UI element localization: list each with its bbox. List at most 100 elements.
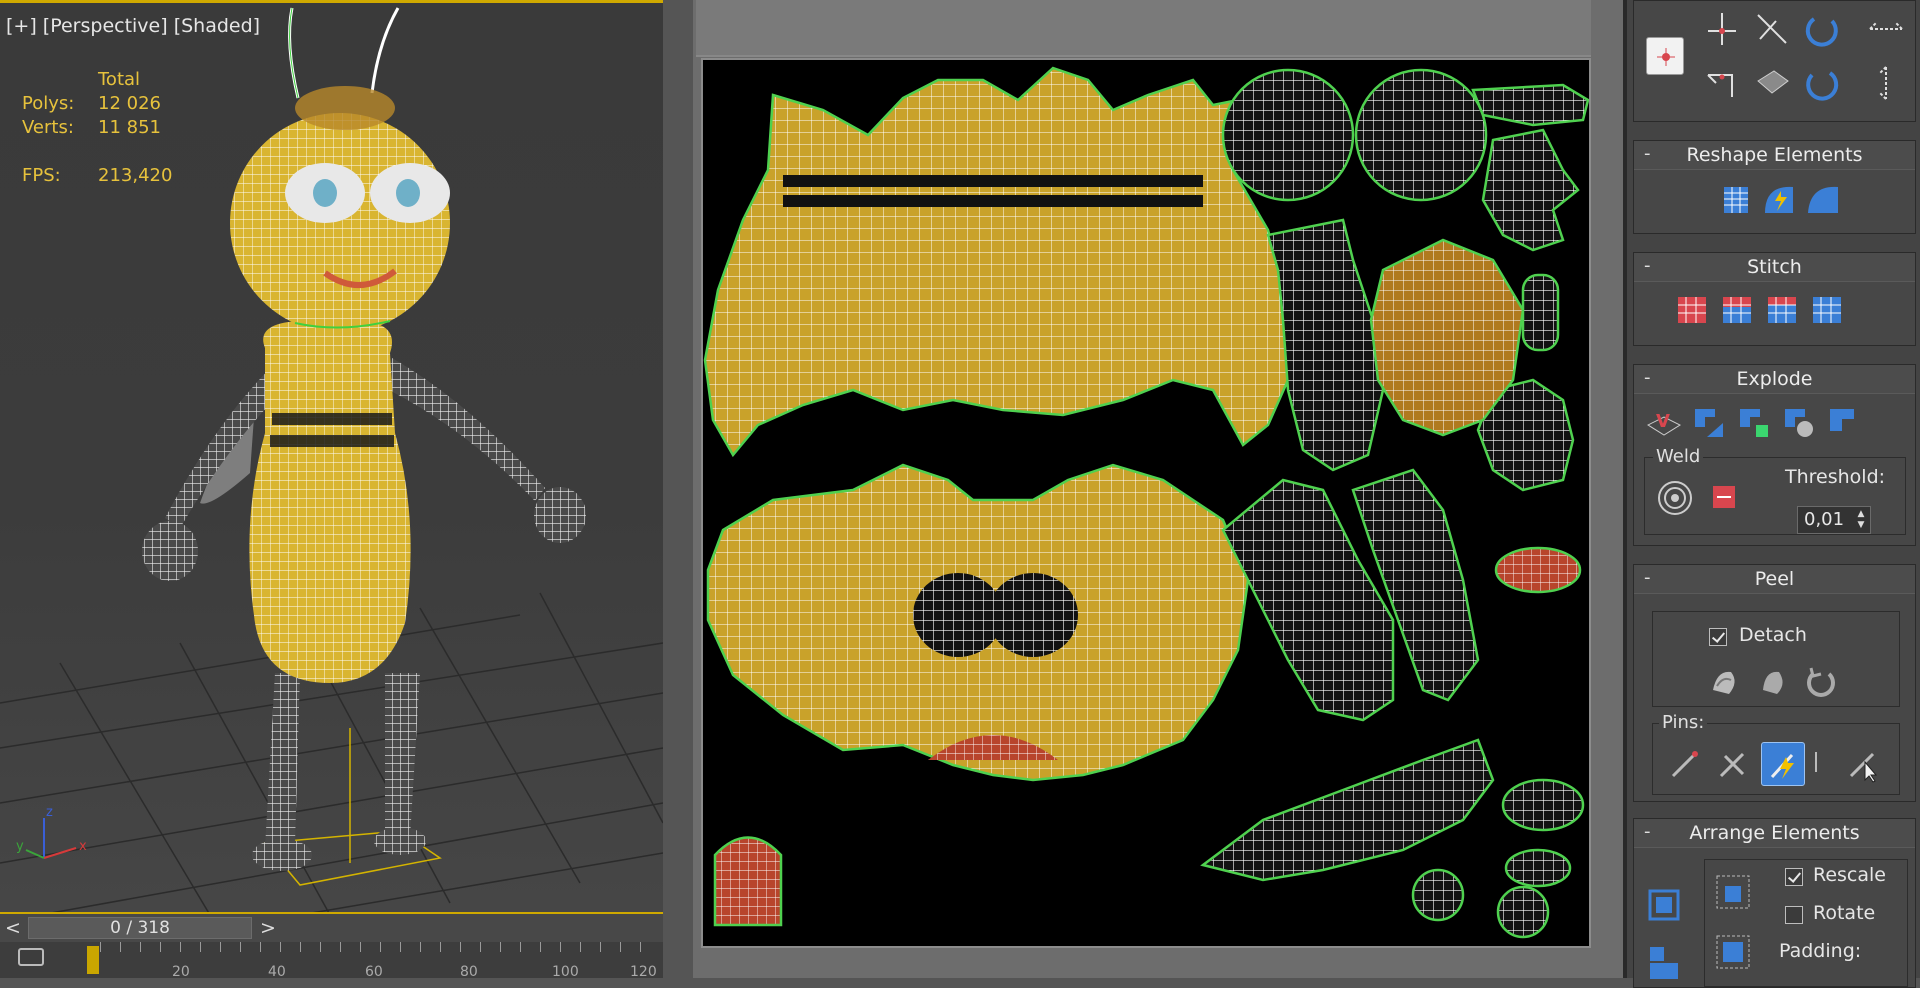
- reset-peel-icon[interactable]: [1801, 662, 1841, 702]
- arrange-elements-header[interactable]: - Arrange Elements: [1634, 819, 1915, 848]
- uv-island-hand-1[interactable]: [1481, 128, 1580, 252]
- explode-header[interactable]: - Explode: [1634, 365, 1915, 394]
- track-bar-ticks: 20 40 60 80 100 120: [100, 942, 660, 980]
- straighten-selection-icon[interactable]: [1714, 179, 1754, 219]
- stitch-header[interactable]: - Stitch: [1634, 253, 1915, 282]
- rotate-checkbox[interactable]: [1785, 906, 1803, 924]
- stats-fps-value: 213,420: [98, 165, 173, 186]
- axis-gizmo: z x y: [16, 805, 87, 859]
- stitch-to-target-icon[interactable]: [1672, 289, 1712, 329]
- time-slider[interactable]: < 0 / 318 >: [0, 912, 663, 942]
- bee-left-leg: [265, 673, 300, 848]
- uv-island-upper-body[interactable]: [703, 66, 1290, 458]
- arrange-options-group: Rescale Rotate Padding:: [1704, 859, 1908, 987]
- stats-polys-value: 12 026: [98, 93, 161, 114]
- stats-verts-value: 11 851: [98, 117, 161, 138]
- uv-island-mouth[interactable]: [1494, 546, 1582, 594]
- reshape-elements-title: Reshape Elements: [1686, 144, 1863, 166]
- scale-tool-icon[interactable]: [1752, 9, 1792, 49]
- uv-island-small-1[interactable]: [1521, 273, 1560, 352]
- peel-header[interactable]: - Peel: [1634, 565, 1915, 594]
- spinner-arrows-icon[interactable]: ▲ ▼: [1854, 509, 1868, 531]
- detach-checkbox[interactable]: [1709, 628, 1727, 646]
- weld-group: Weld Threshold: 0,01 ▲ ▼: [1644, 446, 1906, 535]
- flatten-by-material-ids-icon[interactable]: [1734, 403, 1774, 443]
- next-frame-button[interactable]: >: [255, 916, 281, 940]
- bee-right-arm: [385, 358, 545, 501]
- threshold-value[interactable]: 0,01: [1804, 509, 1844, 530]
- pack-rescale-icon[interactable]: [1713, 932, 1753, 972]
- auto-pin-icon[interactable]: [1843, 744, 1883, 784]
- stitch-rollout: - Stitch: [1633, 252, 1916, 346]
- stats-header: Total: [98, 69, 141, 90]
- pins-group: Pins:: [1652, 712, 1900, 795]
- uv-island-toe-1[interactable]: [1411, 868, 1465, 922]
- stitch-title: Stitch: [1747, 256, 1802, 278]
- flatten-by-polygon-angle-icon[interactable]: [1779, 403, 1819, 443]
- weld-selected-icon[interactable]: [1655, 478, 1695, 518]
- relax-settings-icon[interactable]: [1804, 179, 1844, 219]
- stitch-average-icon[interactable]: [1762, 289, 1802, 329]
- arrange-elements-rollout: - Arrange Elements Rescale Rotate Paddin…: [1633, 818, 1916, 988]
- uv-island-shoe-strip[interactable]: [1200, 738, 1495, 882]
- bee-right-leg: [385, 673, 420, 838]
- pack-custom-icon[interactable]: [1713, 872, 1753, 912]
- reshape-elements-header[interactable]: - Reshape Elements: [1634, 141, 1915, 170]
- uv-island-foot-1[interactable]: [1501, 778, 1585, 832]
- text-cursor: [1815, 752, 1817, 772]
- uv-island-eye-right[interactable]: [1354, 68, 1488, 202]
- threshold-label: Threshold:: [1785, 466, 1886, 488]
- unpin-selected-icon[interactable]: [1713, 744, 1753, 784]
- mirror-vertical-icon[interactable]: [1866, 63, 1906, 103]
- flatten-custom-icon[interactable]: [1824, 403, 1864, 443]
- peel-options-group: Detach: [1652, 611, 1900, 707]
- stitch-to-source-icon[interactable]: [1717, 289, 1757, 329]
- break-icon[interactable]: V: [1644, 403, 1684, 443]
- freeform-gizmo-icon[interactable]: [1702, 63, 1742, 103]
- rotate-tool-icon[interactable]: [1802, 9, 1842, 49]
- stats-polys-label: Polys:: [22, 93, 75, 114]
- axis-z-label: z: [46, 805, 53, 820]
- reshape-elements-rollout: - Reshape Elements: [1633, 140, 1916, 234]
- current-frame-marker[interactable]: [87, 946, 99, 974]
- stitch-custom-icon[interactable]: [1807, 289, 1847, 329]
- pins-label: Pins:: [1659, 712, 1708, 733]
- pack-normalize-icon[interactable]: [1644, 885, 1684, 925]
- peel-mode-icon[interactable]: [1753, 662, 1793, 702]
- bee-torso: [249, 321, 411, 683]
- uv-island-eye-left[interactable]: [1221, 68, 1355, 202]
- track-bar[interactable]: 20 40 60 80 100 120: [0, 942, 663, 980]
- previous-frame-button[interactable]: <: [0, 916, 26, 940]
- uv-editor-toolbar-area: [696, 0, 1591, 57]
- perspective-viewport[interactable]: [+] [Perspective] [Shaded] Total Polys: …: [0, 0, 663, 912]
- flatten-by-smoothing-groups-icon[interactable]: [1689, 403, 1729, 443]
- uv-editor-canvas[interactable]: [701, 58, 1591, 948]
- freeform-mode-button[interactable]: [1646, 37, 1684, 75]
- threshold-spinner[interactable]: 0,01 ▲ ▼: [1797, 506, 1871, 534]
- uv-islands[interactable]: [703, 60, 1589, 946]
- weld-label: Weld: [1653, 446, 1704, 467]
- axis-y-label: y: [16, 839, 24, 854]
- uv-island-antenna[interactable]: [1471, 83, 1589, 127]
- auto-pin-moved-vertices-button[interactable]: [1761, 742, 1805, 786]
- flatten-plane-icon[interactable]: [1752, 63, 1792, 103]
- quick-peel-icon[interactable]: [1705, 662, 1745, 702]
- pin-selected-icon[interactable]: [1665, 744, 1705, 784]
- uv-island-arm-1[interactable]: [1266, 218, 1385, 472]
- uv-island-foot-2[interactable]: [1504, 848, 1572, 888]
- move-tool-icon[interactable]: [1702, 9, 1742, 49]
- key-filter-icon[interactable]: [18, 948, 44, 966]
- viewport-scene[interactable]: [0, 3, 663, 912]
- uv-island-toe-2[interactable]: [1496, 885, 1550, 939]
- viewport-label[interactable]: [+] [Perspective] [Shaded]: [6, 15, 260, 37]
- rescale-checkbox[interactable]: [1785, 868, 1803, 886]
- time-slider-thumb[interactable]: 0 / 318: [28, 917, 252, 939]
- mirror-horizontal-icon[interactable]: [1866, 9, 1906, 49]
- unwrap-uvw-command-panel: - Reshape Elements - Stitch - Explode V …: [1623, 0, 1920, 988]
- uv-island-tongue[interactable]: [713, 836, 783, 927]
- rotate-ccw-icon[interactable]: [1802, 63, 1842, 103]
- target-weld-icon[interactable]: [1705, 478, 1745, 518]
- pack-together-icon[interactable]: [1644, 943, 1684, 983]
- relax-icon[interactable]: [1759, 179, 1799, 219]
- peel-title: Peel: [1754, 568, 1795, 590]
